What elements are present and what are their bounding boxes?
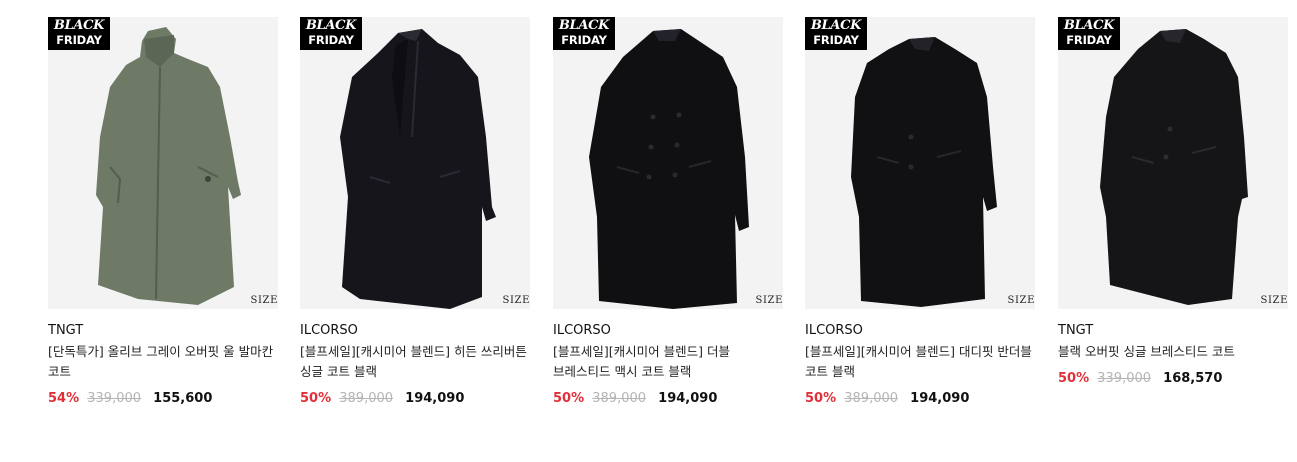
black-friday-badge: BLACK FRIDAY	[1058, 17, 1120, 50]
black-friday-badge: BLACK FRIDAY	[300, 17, 362, 50]
discount-rate: 54%	[48, 391, 80, 406]
discount-rate: 50%	[1058, 371, 1090, 386]
badge-line2: FRIDAY	[308, 33, 354, 47]
black-friday-badge: BLACK FRIDAY	[48, 17, 110, 50]
product-brand[interactable]: TNGT	[1058, 322, 1288, 340]
product-card[interactable]: BLACK FRIDAY SIZE ILCORSO [블프세일][캐시미어 블렌…	[553, 17, 783, 408]
product-image[interactable]: BLACK FRIDAY SIZE	[300, 17, 530, 309]
product-brand[interactable]: TNGT	[48, 322, 278, 340]
discount-rate: 50%	[553, 391, 585, 406]
price-row: 50% 339,000 168,570	[1058, 370, 1288, 388]
sale-price: 194,090	[910, 391, 970, 406]
badge-line1: BLACK	[305, 18, 357, 33]
product-image[interactable]: BLACK FRIDAY SIZE	[48, 17, 278, 309]
coat-image	[340, 29, 496, 309]
badge-line1: BLACK	[53, 18, 105, 33]
price-row: 50% 389,000 194,090	[300, 390, 530, 408]
badge-line1: BLACK	[810, 18, 862, 33]
product-image[interactable]: BLACK FRIDAY SIZE	[1058, 17, 1288, 309]
product-card[interactable]: BLACK FRIDAY SIZE TNGT 블랙 오버핏 싱글 브레스티드 코…	[1058, 17, 1288, 388]
product-title[interactable]: [단독특가] 올리브 그레이 오버핏 울 발마칸 코트	[48, 342, 278, 382]
sale-price: 168,570	[1163, 371, 1223, 386]
original-price: 389,000	[592, 391, 647, 406]
product-title[interactable]: [블프세일][캐시미어 블렌드] 더블 브레스티드 맥시 코트 블랙	[553, 342, 783, 382]
product-title[interactable]: [블프세일][캐시미어 블렌드] 대디핏 반더블 코트 블랙	[805, 342, 1035, 382]
discount-rate: 50%	[805, 391, 837, 406]
product-brand[interactable]: ILCORSO	[805, 322, 1035, 340]
product-brand[interactable]: ILCORSO	[553, 322, 783, 340]
product-card[interactable]: BLACK FRIDAY SIZE TNGT [단독특가] 올리브 그레이 오버…	[48, 17, 278, 408]
badge-line1: BLACK	[1063, 18, 1115, 33]
badge-line1: BLACK	[558, 18, 610, 33]
coat-image	[589, 29, 749, 309]
badge-line2: FRIDAY	[1066, 33, 1112, 47]
product-title[interactable]: [블프세일][캐시미어 블렌드] 히든 쓰리버튼 싱글 코트 블랙	[300, 342, 530, 382]
product-title[interactable]: 블랙 오버핏 싱글 브레스티드 코트	[1058, 342, 1288, 362]
coat-image	[851, 37, 997, 307]
original-price: 339,000	[1097, 371, 1152, 386]
coat-image	[96, 27, 241, 305]
coat-image	[1100, 29, 1248, 305]
black-friday-badge: BLACK FRIDAY	[805, 17, 867, 50]
product-image[interactable]: BLACK FRIDAY SIZE	[805, 17, 1035, 309]
original-price: 339,000	[87, 391, 142, 406]
product-card[interactable]: BLACK FRIDAY SIZE ILCORSO [블프세일][캐시미어 블렌…	[805, 17, 1035, 408]
price-row: 50% 389,000 194,090	[553, 390, 783, 408]
size-button[interactable]: SIZE	[1008, 295, 1035, 306]
size-button[interactable]: SIZE	[756, 295, 783, 306]
product-grid: BLACK FRIDAY SIZE TNGT [단독특가] 올리브 그레이 오버…	[48, 17, 1288, 417]
price-row: 54% 339,000 155,600	[48, 390, 278, 408]
size-button[interactable]: SIZE	[251, 295, 278, 306]
badge-line2: FRIDAY	[813, 33, 859, 47]
product-brand[interactable]: ILCORSO	[300, 322, 530, 340]
black-friday-badge: BLACK FRIDAY	[553, 17, 615, 50]
sale-price: 194,090	[658, 391, 718, 406]
sale-price: 155,600	[153, 391, 213, 406]
size-button[interactable]: SIZE	[1261, 295, 1288, 306]
discount-rate: 50%	[300, 391, 332, 406]
original-price: 389,000	[844, 391, 899, 406]
price-row: 50% 389,000 194,090	[805, 390, 1035, 408]
sale-price: 194,090	[405, 391, 465, 406]
badge-line2: FRIDAY	[561, 33, 607, 47]
badge-line2: FRIDAY	[56, 33, 102, 47]
product-image[interactable]: BLACK FRIDAY SIZE	[553, 17, 783, 309]
original-price: 389,000	[339, 391, 394, 406]
size-button[interactable]: SIZE	[503, 295, 530, 306]
product-card[interactable]: BLACK FRIDAY SIZE ILCORSO [블프세일][캐시미어 블렌…	[300, 17, 530, 408]
